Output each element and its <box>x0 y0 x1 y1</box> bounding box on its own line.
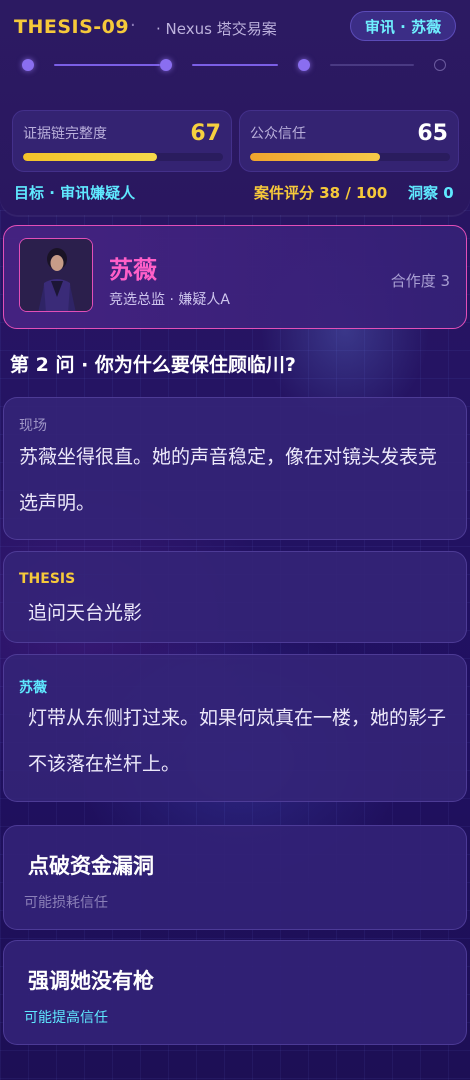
header-separator: · <box>130 15 136 36</box>
progress-step-1 <box>22 59 34 71</box>
case-header: THESIS-09 · · Nexus 塔交易案 审讯 · 苏薇 证据链完整度 … <box>0 0 470 215</box>
question-title: 第 2 问 · 你为什么要保住顾临川? <box>10 354 296 376</box>
trust-label: 公众信任 <box>250 126 306 142</box>
case-id: THESIS-09 <box>14 16 130 38</box>
insight-count: 洞察 0 <box>408 184 454 202</box>
cooperation-level: 合作度 3 <box>390 272 450 290</box>
progress-segment-1 <box>54 64 160 66</box>
scene-text: 苏薇坐得很直。她的声音稳定，像在对镜头发表竞选声明。 <box>19 446 438 514</box>
evidence-label: 证据链完整度 <box>23 126 107 142</box>
suspect-portrait-image <box>20 239 92 311</box>
choice-expose-funding-gap[interactable]: 点破资金漏洞 可能损耗信任 <box>3 825 467 930</box>
mode-chip[interactable]: 审讯 · 苏薇 <box>350 11 456 41</box>
scene-tag: 现场 <box>19 418 47 434</box>
suspect-name: 苏薇 <box>109 256 157 284</box>
trust-bar <box>250 153 450 161</box>
trust-value: 65 <box>417 121 448 146</box>
thesis-tag: THESIS <box>19 571 76 587</box>
choice-hint: 可能损耗信任 <box>24 895 108 911</box>
choice-title: 强调她没有枪 <box>28 969 154 993</box>
suspect-reply-text: 灯带从东侧打过来。如果何岚真在一楼，她的影子不该落在栏杆上。 <box>28 707 447 775</box>
scene-card: 现场 苏薇坐得很直。她的声音稳定，像在对镜头发表竞选声明。 <box>3 397 467 540</box>
trust-bar-fill <box>250 153 380 161</box>
progress-step-2 <box>160 59 172 71</box>
progress-segment-2 <box>192 64 278 66</box>
suspect-card[interactable]: 苏薇 竞选总监 · 嫌疑人A 合作度 3 <box>3 225 467 329</box>
evidence-value: 67 <box>190 121 221 146</box>
thesis-action-card: THESIS 追问天台光影 <box>3 551 467 643</box>
suspect-reply-tag: 苏薇 <box>19 680 47 696</box>
thesis-text: 追问天台光影 <box>28 602 143 624</box>
progress-step-3 <box>298 59 310 71</box>
choice-stress-no-gun[interactable]: 强调她没有枪 可能提高信任 <box>3 940 467 1045</box>
choice-title: 点破资金漏洞 <box>28 854 154 878</box>
evidence-bar <box>23 153 223 161</box>
goal-text: 目标 · 审讯嫌疑人 <box>14 184 136 202</box>
progress-track <box>22 57 452 73</box>
choice-hint: 可能提高信任 <box>24 1010 108 1026</box>
progress-step-4 <box>434 59 446 71</box>
case-name: · Nexus 塔交易案 <box>156 20 277 38</box>
suspect-role: 竞选总监 · 嫌疑人A <box>109 292 230 308</box>
case-score: 案件评分 38 / 100 <box>254 184 388 202</box>
suspect-reply-card: 苏薇 灯带从东侧打过来。如果何岚真在一楼，她的影子不该落在栏杆上。 <box>3 654 467 802</box>
evidence-bar-fill <box>23 153 157 161</box>
progress-segment-3 <box>330 64 414 66</box>
suspect-portrait <box>19 238 93 312</box>
evidence-stat-card: 证据链完整度 67 <box>12 110 232 172</box>
trust-stat-card: 公众信任 65 <box>239 110 459 172</box>
